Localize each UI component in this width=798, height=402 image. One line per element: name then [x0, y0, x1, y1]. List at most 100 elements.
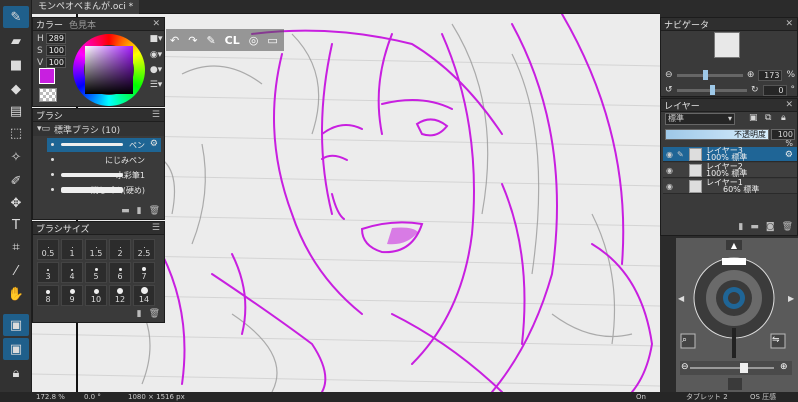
zoom-fit-icon[interactable]: ⌕ [682, 335, 687, 345]
eraser-tool[interactable]: ▰ [3, 30, 29, 52]
brush-size-option[interactable]: 2 [109, 239, 131, 260]
delete-icon[interactable]: 🗑︎ [149, 206, 160, 216]
menu-icon[interactable]: ☰▾ [149, 80, 163, 92]
add-layer-icon[interactable]: ▮ [738, 222, 743, 232]
transform-icon[interactable]: ◎ [249, 34, 259, 47]
rotate-left-icon[interactable]: ↺ [665, 85, 673, 95]
color-mode-toggle[interactable]: ■▾ [149, 34, 163, 46]
file-tab[interactable]: モンペオベまんが.oci * [32, 0, 140, 14]
panel-toggle-1[interactable]: ▣ [3, 314, 29, 336]
foreground-color-swatch[interactable] [39, 68, 55, 84]
eye-icon[interactable]: ◉ [666, 166, 673, 175]
zoom-in-icon[interactable]: ⊕ [747, 70, 755, 80]
add-brush-icon[interactable]: ▮ [137, 206, 142, 216]
brush-size-option[interactable]: 3 [37, 262, 59, 283]
zoom-slider[interactable] [676, 69, 743, 80]
blend-mode-select[interactable]: 標準 ▾ [665, 113, 735, 125]
value-field[interactable]: V 100 [37, 57, 66, 68]
panel-toggle-2[interactable]: ▣ [3, 338, 29, 360]
delete-icon[interactable]: 🗑︎ [149, 309, 160, 319]
shape-tool[interactable]: ■ [3, 54, 29, 76]
wheel-mode-button[interactable]: ◉▾ [149, 50, 163, 62]
opacity-value[interactable]: 100 % [771, 129, 795, 148]
brush-size-option[interactable]: 14 [133, 285, 155, 306]
brush-size-option[interactable]: 6 [109, 262, 131, 283]
transparent-color-swatch[interactable] [39, 88, 57, 102]
close-icon[interactable]: ✕ [785, 19, 793, 29]
delete-icon[interactable]: 🗑︎ [782, 222, 793, 232]
pen-tool[interactable]: ✎ [3, 6, 29, 28]
saturation-value-square[interactable] [85, 46, 133, 94]
clipping-icon[interactable]: ▣ [749, 113, 758, 123]
opacity-slider[interactable]: 不透明度 [665, 129, 769, 140]
hand-tool[interactable]: ✋ [3, 283, 29, 305]
pen-icon[interactable]: ✎ [206, 34, 215, 47]
redo-icon[interactable]: ↷ [188, 34, 197, 47]
brush-size-option[interactable]: 9 [61, 285, 83, 306]
add-size-icon[interactable]: ▮ [137, 309, 142, 319]
tab-swatches[interactable]: 色見本 [69, 18, 96, 31]
hue-field[interactable]: H 289 [37, 33, 66, 44]
brush-item-pen[interactable]: ペン ⚙ [47, 138, 161, 152]
zoom-out-icon[interactable]: ⊖ [681, 362, 689, 372]
select-tool[interactable]: ⬚ [3, 122, 29, 144]
rotate-right-icon[interactable]: ↻ [751, 85, 759, 95]
zoom-in-icon[interactable]: ⊕ [780, 362, 788, 372]
undo-icon[interactable]: ↶ [170, 34, 179, 47]
mask-icon[interactable]: ◙ [766, 222, 775, 232]
brush-item-eraser[interactable]: 消しゴム(硬め) [47, 183, 161, 197]
rotation-slider[interactable] [676, 84, 747, 95]
brush-category[interactable]: ▾▭ 標準ブラシ (10) [33, 122, 164, 136]
zoom-out-icon[interactable]: ⊖ [665, 70, 673, 80]
crop-tool[interactable]: ⌗ [3, 236, 29, 258]
magic-wand-tool[interactable]: ✧ [3, 146, 29, 168]
lock-icon[interactable]: 🔒︎ [781, 113, 786, 123]
brush-item-blur-pen[interactable]: にじみペン [47, 153, 161, 167]
navigator-thumbnail[interactable] [714, 32, 740, 58]
window-icon[interactable]: ▭ [267, 34, 277, 47]
hue-value[interactable]: 289 [46, 33, 66, 44]
brush-size-option[interactable]: 5 [85, 262, 107, 283]
layer-row-2[interactable]: ◉ レイヤー2 100% 標準 [663, 163, 797, 178]
close-icon[interactable]: ✕ [152, 19, 160, 29]
brush-size-option[interactable]: 8 [37, 285, 59, 306]
clear-layer-button[interactable]: CL [225, 34, 240, 47]
gear-icon[interactable]: ⚙ [785, 150, 793, 160]
brush-size-option[interactable]: 1.5 [85, 239, 107, 260]
eyedropper-tool[interactable]: ⁄ [3, 260, 29, 282]
layer-row-1[interactable]: ◉ レイヤー1 60% 標準 [663, 179, 797, 194]
brush-size-option[interactable]: 2.5 [133, 239, 155, 260]
brush-item-watercolor[interactable]: 水彩筆1 [47, 168, 161, 182]
layer-row-3[interactable]: ◉ ✎ レイヤー3 100% 標準 ⚙ [663, 147, 797, 162]
flip-icon[interactable]: ⇋ [772, 335, 780, 345]
close-icon[interactable]: ✕ [785, 100, 793, 110]
brush-size-option[interactable]: 1 [61, 239, 83, 260]
lock-tool[interactable]: 🔒︎ [3, 362, 29, 384]
brush-size-option[interactable]: 4 [61, 262, 83, 283]
rotation-value[interactable]: 0 [762, 84, 787, 96]
color-option-button[interactable]: ●▾ [149, 65, 163, 77]
gradient-tool[interactable]: ▤ [3, 100, 29, 122]
menu-icon[interactable]: ☰ [152, 223, 160, 233]
text-tool[interactable]: T [3, 214, 29, 236]
layers-icon[interactable]: ⧉ [765, 113, 771, 123]
move-tool[interactable]: ✥ [3, 192, 29, 214]
brush-size-option[interactable]: 7 [133, 262, 155, 283]
fill-tool[interactable]: ◆ [3, 78, 29, 100]
eye-icon[interactable]: ◉ [666, 182, 673, 191]
zoom-value[interactable]: 173 [758, 69, 783, 81]
gear-icon[interactable]: ⚙ [150, 139, 158, 149]
folder-icon[interactable]: ▬ [750, 222, 759, 232]
select-pen-tool[interactable]: ✐ [3, 170, 29, 192]
rotate-right-arrow-icon[interactable]: ▶ [788, 294, 794, 303]
eye-icon[interactable]: ◉ [666, 150, 673, 159]
saturation-value[interactable]: 100 [46, 45, 66, 56]
rotate-left-arrow-icon[interactable]: ◀ [678, 294, 684, 303]
brush-size-option[interactable]: 0.5 [37, 239, 59, 260]
value-value[interactable]: 100 [46, 57, 66, 68]
tab-color[interactable]: カラー [36, 18, 63, 31]
brush-size-option[interactable]: 10 [85, 285, 107, 306]
saturation-field[interactable]: S 100 [37, 45, 66, 56]
brush-size-option[interactable]: 12 [109, 285, 131, 306]
folder-add-icon[interactable]: ▬ [121, 206, 130, 216]
